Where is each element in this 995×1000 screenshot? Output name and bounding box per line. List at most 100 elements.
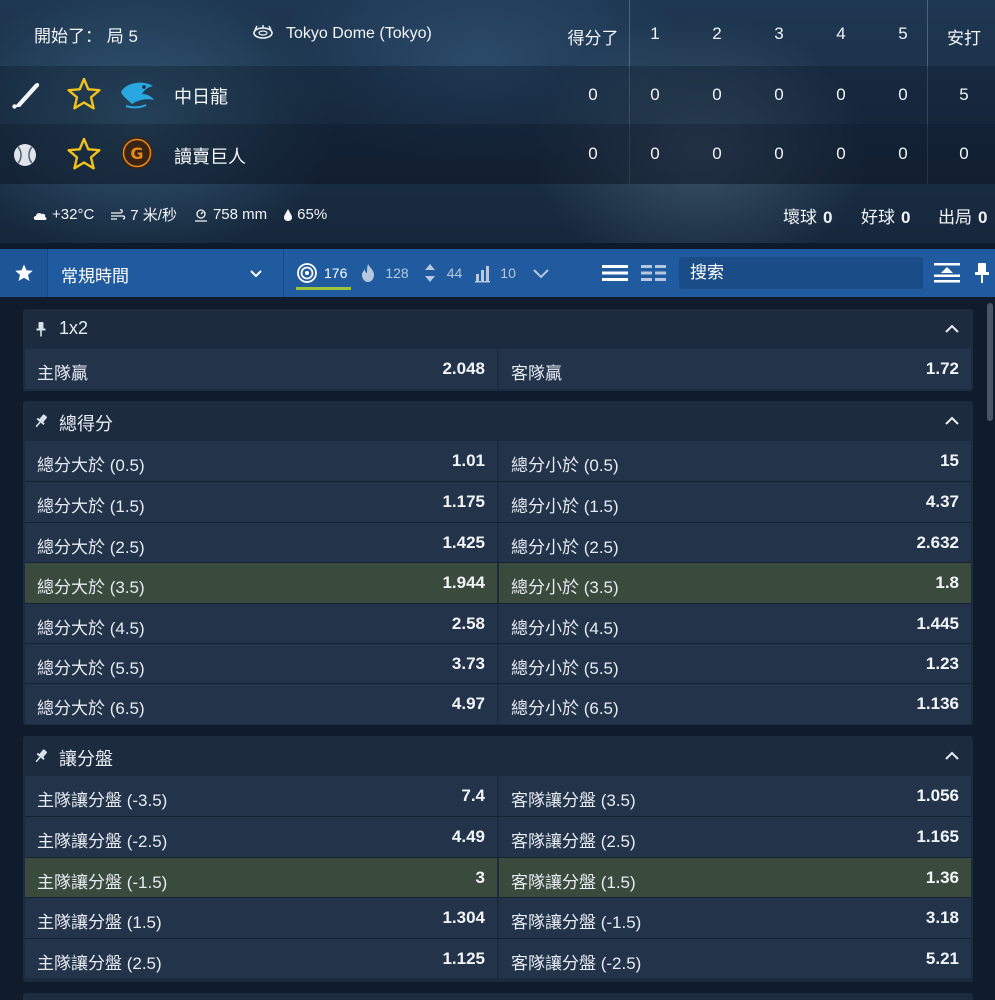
pin-icon[interactable] <box>970 261 994 285</box>
selection-label: 總分大於 (3.5) <box>37 578 145 598</box>
filter-all-markets[interactable]: 176 <box>296 249 352 297</box>
filter-popular[interactable]: 128 <box>357 249 409 297</box>
star-icon <box>14 264 33 281</box>
selection-label: 主隊讓分盤 (2.5) <box>37 953 162 973</box>
inning-score: 0 <box>836 144 846 163</box>
scrollbar[interactable] <box>987 303 993 421</box>
odds-button[interactable]: 總分小於 (3.5) 1.8 <box>499 563 971 603</box>
humidity-icon <box>284 208 293 221</box>
temperature: +32°C <box>52 206 95 223</box>
chevron-up-icon[interactable] <box>943 321 961 337</box>
selection-label: 總分大於 (6.5) <box>37 699 145 719</box>
odds-button[interactable]: 主隊贏 2.048 <box>25 349 497 390</box>
favorite-star-icon[interactable] <box>66 136 102 172</box>
filter-stats[interactable]: 10 <box>472 249 516 297</box>
odds-value: 1.165 <box>916 827 959 847</box>
selection-label: 客隊讓分盤 (-2.5) <box>511 953 642 973</box>
odds-button[interactable]: 總分小於 (4.5) 1.445 <box>499 603 971 643</box>
odds-button[interactable]: 客隊讓分盤 (3.5) 1.056 <box>499 776 971 817</box>
cloud-icon <box>33 212 47 220</box>
inning-3-header: 3 <box>774 24 784 43</box>
odds-value: 1.36 <box>925 867 959 887</box>
odds-button[interactable]: 總分小於 (5.5) 1.23 <box>499 643 971 684</box>
odds-button[interactable]: 主隊讓分盤 (-2.5) 4.49 <box>25 817 497 857</box>
selection-label: 總分小於 (0.5) <box>511 456 619 475</box>
odds-button[interactable]: 主隊讓分盤 (-1.5) 3 <box>25 857 497 898</box>
selection-label: 客隊讓分盤 (-1.5) <box>511 913 642 933</box>
market-header[interactable]: 1x2 <box>23 309 973 349</box>
selection-label: 客隊讓分盤 (2.5) <box>511 832 636 852</box>
market-header[interactable]: 讓分盤 <box>23 736 973 776</box>
inning-score: 0 <box>650 144 660 163</box>
period-select[interactable]: 常規時間 <box>48 249 284 297</box>
odds-button[interactable]: 總分大於 (5.5) 3.73 <box>25 643 497 684</box>
odds-button[interactable]: 總分大於 (3.5) 1.944 <box>25 563 497 603</box>
filter-count: 10 <box>500 265 516 281</box>
odds-button[interactable]: 主隊讓分盤 (1.5) 1.304 <box>25 898 497 938</box>
odds-value: 1.304 <box>442 908 485 928</box>
odds-button[interactable]: 總分大於 (2.5) 1.425 <box>25 522 497 563</box>
odds-button[interactable]: 客隊讓分盤 (-1.5) 3.18 <box>499 898 971 938</box>
filter-count: 176 <box>324 265 348 281</box>
odds-button[interactable]: 主隊讓分盤 (2.5) 1.125 <box>25 938 497 978</box>
svg-text:G: G <box>130 144 143 163</box>
markets-list: 1x2 主隊贏 2.048 客隊贏 1.72 總得分 總分大於 (0.5) 1.… <box>0 297 995 1000</box>
odds-button[interactable]: 總分小於 (2.5) 2.632 <box>499 522 971 563</box>
inning-score: 0 <box>712 85 722 104</box>
pin-icon[interactable] <box>33 748 49 764</box>
selection-label: 主隊讓分盤 (-1.5) <box>37 872 168 892</box>
collapse-all-icon[interactable] <box>932 261 962 285</box>
search-input[interactable] <box>690 263 923 283</box>
outs-label: 出局 <box>938 208 972 227</box>
odds-button[interactable]: 總分小於 (6.5) 1.136 <box>499 684 971 724</box>
list-view-icon[interactable] <box>601 261 629 285</box>
chevron-up-icon[interactable] <box>943 413 961 429</box>
chevron-up-icon[interactable] <box>943 748 961 764</box>
pin-icon[interactable] <box>33 413 49 429</box>
odds-button[interactable]: 總分小於 (1.5) 4.37 <box>499 482 971 522</box>
selection-label: 客隊讓分盤 (3.5) <box>511 791 636 810</box>
pin-icon[interactable] <box>33 321 49 337</box>
team-name: 讀賣巨人 <box>174 147 246 167</box>
market-title: 總得分 <box>59 414 113 434</box>
odds-value: 5.21 <box>925 948 959 968</box>
two-column-view-icon[interactable] <box>640 261 668 285</box>
odds-button[interactable]: 總分大於 (1.5) 1.175 <box>25 482 497 522</box>
team-row-away: G 讀賣巨人 0 0 0 0 0 0 0 <box>0 124 995 184</box>
odds-button[interactable]: 主隊讓分盤 (-3.5) 7.4 <box>25 776 497 817</box>
odds-button[interactable]: 客隊讓分盤 (2.5) 1.165 <box>499 817 971 857</box>
market-title: 讓分盤 <box>59 749 113 769</box>
stadium-icon <box>253 25 273 39</box>
odds-button[interactable]: 客隊讓分盤 (-2.5) 5.21 <box>499 938 971 978</box>
chevron-down-icon[interactable] <box>530 262 552 284</box>
odds-value: 1.136 <box>916 694 959 714</box>
odds-value: 3.73 <box>451 653 485 673</box>
outs-count: 出局 0 <box>938 203 987 228</box>
air-pressure: 758 mm <box>212 206 268 223</box>
odds-button[interactable]: 總分大於 (6.5) 4.97 <box>25 684 497 724</box>
odds-value: 3.18 <box>925 908 959 928</box>
selection-label: 主隊讓分盤 (-2.5) <box>37 832 168 852</box>
odds-row-highlighted: 主隊讓分盤 (-1.5) 3 客隊讓分盤 (1.5) 1.36 <box>25 856 971 898</box>
search-box[interactable] <box>679 257 923 289</box>
odds-button[interactable]: 總分大於 (4.5) 2.58 <box>25 603 497 643</box>
hits-column-header: 安打 <box>947 29 981 48</box>
favorites-button[interactable] <box>0 249 48 297</box>
favorite-star-icon[interactable] <box>66 76 102 112</box>
odds-row: 總分大於 (4.5) 2.58 總分小於 (4.5) 1.445 <box>25 602 971 643</box>
outs-value: 0 <box>978 208 988 227</box>
filter-over-under[interactable]: 44 <box>419 249 462 297</box>
market-header[interactable]: 總得分 <box>23 401 973 441</box>
bat-icon <box>12 82 40 109</box>
odds-button[interactable]: 客隊讓分盤 (1.5) 1.36 <box>499 857 971 898</box>
odds-button[interactable]: 總分小於 (0.5) 15 <box>499 441 971 482</box>
humidity: 65% <box>297 206 328 223</box>
next-market-header[interactable] <box>23 993 973 1000</box>
inning-score: 0 <box>836 85 846 104</box>
inning-2-header: 2 <box>712 24 722 43</box>
odds-button[interactable]: 總分大於 (0.5) 1.01 <box>25 441 497 482</box>
odds-value: 2.58 <box>451 613 485 633</box>
odds-row: 總分大於 (5.5) 3.73 總分小於 (5.5) 1.23 <box>25 642 971 684</box>
odds-button[interactable]: 客隊贏 1.72 <box>499 349 971 390</box>
odds-value: 3 <box>475 867 485 887</box>
